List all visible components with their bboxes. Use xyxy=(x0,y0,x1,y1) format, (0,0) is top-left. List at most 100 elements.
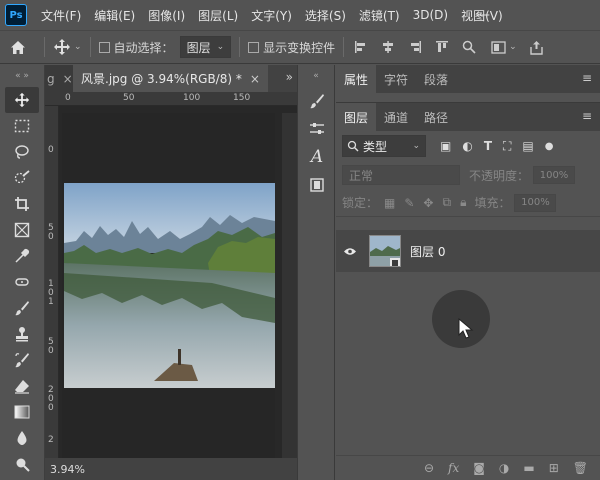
chevron-down-icon[interactable]: ⌄ xyxy=(509,42,517,52)
ruler-vertical: 0 5 0 1 0 1 5 0 2 0 0 2 xyxy=(45,106,59,458)
layer-style-icon[interactable]: fx xyxy=(448,461,459,475)
tab-properties[interactable]: 属性 xyxy=(336,65,377,93)
align-center-icon[interactable] xyxy=(381,40,395,54)
menu-edit[interactable]: 编辑(E) xyxy=(94,7,135,24)
move-tool-preset[interactable]: ⌄ xyxy=(53,38,82,56)
menu-select[interactable]: 选择(S) xyxy=(305,7,346,24)
tab-paths[interactable]: 路径 xyxy=(416,103,456,131)
menu-filter[interactable]: 滤镜(T) xyxy=(359,7,400,24)
photoshop-logo[interactable]: Ps xyxy=(5,4,27,26)
frame-tool[interactable] xyxy=(5,217,39,243)
eraser-tool[interactable] xyxy=(5,373,39,399)
auto-select-checkbox[interactable]: 自动选择： xyxy=(98,39,174,56)
crop-tool[interactable] xyxy=(5,191,39,217)
move-tool[interactable] xyxy=(5,87,39,113)
lock-position-icon[interactable]: ✥ xyxy=(423,196,433,210)
bandage-icon xyxy=(15,278,29,286)
tab-character[interactable]: 字符 xyxy=(376,65,416,93)
properties-panel-body xyxy=(336,93,600,103)
new-group-icon[interactable]: ▬ xyxy=(523,461,534,475)
filter-type-icon[interactable]: T xyxy=(484,139,492,153)
zoom-level[interactable]: 3.94% xyxy=(50,463,85,476)
auto-select-dropdown[interactable]: 图层 ⌄ xyxy=(179,36,232,58)
panel-menu-icon[interactable]: ≡ xyxy=(582,109,592,123)
menu-type[interactable]: 文字(Y) xyxy=(251,7,292,24)
blur-tool[interactable] xyxy=(5,425,39,451)
minimize-button[interactable]: — xyxy=(472,4,494,26)
quick-selection-icon xyxy=(14,170,30,184)
quick-selection-tool[interactable] xyxy=(5,165,39,191)
glyphs-icon[interactable]: A xyxy=(302,143,332,171)
align-top-icon[interactable] xyxy=(435,40,449,54)
home-button[interactable] xyxy=(0,30,36,64)
add-mask-icon[interactable]: ◙ xyxy=(473,461,485,475)
layers-panel-footer: ⊖ fx ◙ ◑ ▬ ⊞ 🗑︎ xyxy=(336,455,600,480)
adjustments-button[interactable] xyxy=(302,115,332,143)
menu-file[interactable]: 文件(F) xyxy=(41,7,81,24)
gradient-tool[interactable] xyxy=(5,399,39,425)
brush-tool[interactable] xyxy=(5,295,39,321)
link-layers-icon[interactable]: ⊖ xyxy=(424,461,434,475)
history-brush-tool[interactable] xyxy=(5,347,39,373)
document-canvas[interactable] xyxy=(62,113,275,460)
lock-transparent-icon[interactable]: ▦ xyxy=(384,196,395,210)
options-bar: ⌄ 自动选择： 图层 ⌄ 显示变换控件 ⌄ xyxy=(0,30,600,64)
delete-layer-icon[interactable]: 🗑︎ xyxy=(573,461,588,475)
blend-mode-dropdown[interactable]: 正常 xyxy=(342,165,460,185)
new-adjustment-layer-icon[interactable]: ◑ xyxy=(499,461,509,475)
ruler-tick: 1 xyxy=(48,297,54,307)
fill-label: 填充： xyxy=(474,196,511,210)
search-icon[interactable] xyxy=(462,40,476,54)
tab-current-document[interactable]: 风景.jpg @ 3.94%(RGB/8) * × xyxy=(73,65,268,92)
tab-previous-document[interactable]: g × xyxy=(45,65,73,92)
align-right-icon[interactable] xyxy=(408,40,422,54)
filter-toggle-icon[interactable]: ● xyxy=(545,141,554,152)
tab-paragraph[interactable]: 段落 xyxy=(416,65,456,93)
tab-layers[interactable]: 图层 xyxy=(336,103,377,131)
vertical-scrollbar[interactable] xyxy=(282,113,297,458)
ruler-label-group: 0 xyxy=(48,146,54,155)
tab-channels[interactable]: 通道 xyxy=(376,103,416,131)
ruler-label-group: 5 0 xyxy=(48,224,54,242)
lock-pixels-icon[interactable]: ✎ xyxy=(404,196,414,210)
close-icon[interactable]: × xyxy=(63,72,73,86)
healing-brush-tool[interactable] xyxy=(5,269,39,295)
new-layer-icon[interactable]: ⊞ xyxy=(549,461,559,475)
brush-settings-button[interactable] xyxy=(302,87,332,115)
filter-kind-dropdown[interactable]: 类型 ⌄ xyxy=(342,135,426,157)
menu-image[interactable]: 图像(I) xyxy=(148,7,185,24)
lasso-tool[interactable] xyxy=(5,139,39,165)
library-button[interactable] xyxy=(302,171,332,199)
lock-artboard-icon[interactable]: ⧉ xyxy=(442,195,451,210)
show-transform-checkbox[interactable]: 显示变换控件 xyxy=(248,39,335,56)
workspace-icon[interactable] xyxy=(491,40,506,54)
layer-name[interactable]: 图层 0 xyxy=(410,243,445,260)
panel-menu-icon[interactable]: ≡ xyxy=(582,71,592,85)
lock-all-icon[interactable]: 🔒︎ xyxy=(460,195,466,210)
checkbox-box[interactable] xyxy=(98,41,110,53)
menu-3d[interactable]: 3D(D) xyxy=(413,8,448,22)
close-icon[interactable]: × xyxy=(250,72,260,86)
visibility-toggle[interactable] xyxy=(336,247,364,256)
landscape-photo[interactable] xyxy=(62,113,275,460)
filter-adjustment-icon[interactable]: ◐ xyxy=(462,139,472,153)
share-icon[interactable] xyxy=(529,40,544,55)
filter-pixel-icon[interactable]: ▣ xyxy=(440,139,451,153)
opacity-field[interactable]: 100% xyxy=(533,166,576,184)
checkbox-box[interactable] xyxy=(248,41,260,53)
collapsed-panels-strip: « A xyxy=(297,65,335,480)
clone-stamp-tool[interactable] xyxy=(5,321,39,347)
filter-smart-object-icon[interactable]: ▤ xyxy=(522,139,533,153)
layer-thumbnail[interactable] xyxy=(369,235,401,267)
dodge-tool[interactable] xyxy=(5,451,39,477)
marquee-tool[interactable] xyxy=(5,113,39,139)
expand-panels-icon[interactable]: « xyxy=(298,65,334,87)
eyedropper-tool[interactable] xyxy=(5,243,39,269)
tabs-overflow-icon[interactable]: » xyxy=(286,70,293,84)
layer-row[interactable]: 图层 0 xyxy=(336,230,600,272)
filter-shape-icon[interactable]: ⛶ xyxy=(503,139,511,154)
align-left-icon[interactable] xyxy=(354,40,368,54)
fill-field[interactable]: 100% xyxy=(514,193,557,212)
menu-layer[interactable]: 图层(L) xyxy=(198,7,238,24)
collapse-arrows-icon[interactable]: « » xyxy=(0,65,44,87)
